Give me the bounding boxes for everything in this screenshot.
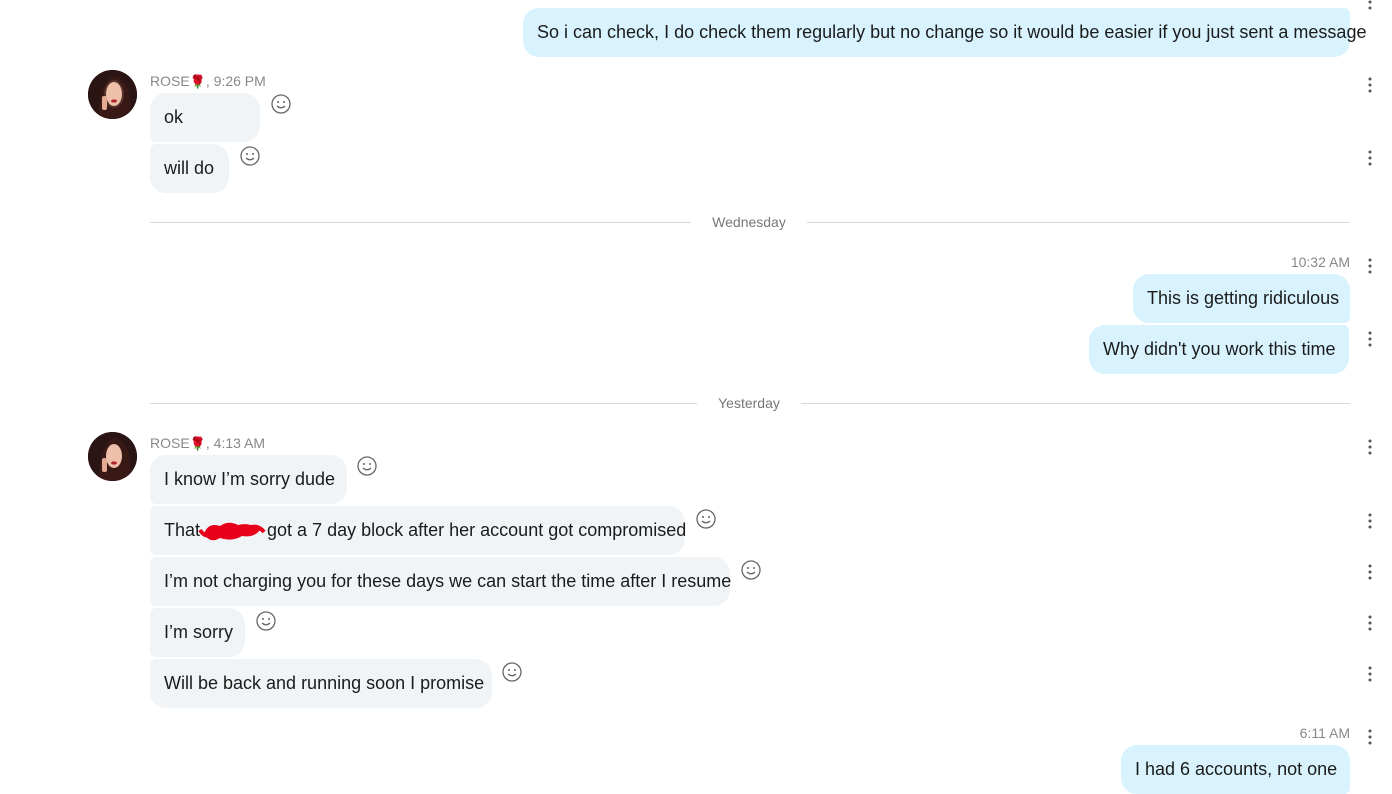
message-text: ok xyxy=(164,107,184,127)
timestamp: , 4:13 AM xyxy=(205,435,266,451)
rose-icon: 🌹 xyxy=(189,436,206,451)
date-separator-line xyxy=(150,222,691,223)
rose-icon: 🌹 xyxy=(189,74,206,89)
avatar[interactable] xyxy=(88,432,137,481)
smiley-reaction-icon[interactable] xyxy=(740,559,762,581)
message-meta: ROSE🌹, 9:26 PM xyxy=(150,73,266,90)
timestamp: 10:32 AM xyxy=(1290,254,1350,270)
sender-name: ROSE xyxy=(150,73,190,89)
outgoing-message[interactable]: So i can check, I do check them regularl… xyxy=(523,8,1366,57)
timestamp: 6:11 AM xyxy=(1299,725,1350,741)
date-separator-line xyxy=(801,403,1350,404)
incoming-message[interactable]: will do xyxy=(150,144,229,193)
more-options-icon[interactable] xyxy=(1367,439,1373,455)
more-options-icon[interactable] xyxy=(1367,666,1373,682)
smiley-reaction-icon[interactable] xyxy=(255,610,277,632)
incoming-message[interactable]: I’m sorry xyxy=(150,608,245,657)
message-text: This is getting ridiculous xyxy=(1147,288,1340,308)
message-text: Will be back and running soon I promise xyxy=(164,673,485,693)
avatar[interactable] xyxy=(88,70,137,119)
message-text: I know I’m sorry dude xyxy=(164,469,336,489)
date-separator: Wednesday xyxy=(712,214,786,230)
message-text: I’m sorry xyxy=(164,622,233,642)
message-text: I’m not charging you for these days we c… xyxy=(164,571,732,591)
smiley-reaction-icon[interactable] xyxy=(239,145,261,167)
incoming-message[interactable]: I know I’m sorry dude xyxy=(150,455,347,504)
message-text-end: got a 7 day block after her account got … xyxy=(267,520,687,540)
message-text: So i can check, I do check them regularl… xyxy=(537,22,1367,42)
timestamp: , 9:26 PM xyxy=(205,73,266,89)
more-options-icon[interactable] xyxy=(1367,513,1373,529)
more-options-icon[interactable] xyxy=(1367,77,1373,93)
more-options-icon[interactable] xyxy=(1367,331,1373,347)
avatar-image xyxy=(88,432,137,481)
more-options-icon[interactable] xyxy=(1367,0,1373,10)
message-text: I had 6 accounts, not one xyxy=(1135,759,1338,779)
smiley-reaction-icon[interactable] xyxy=(270,93,292,115)
red-scribble-redaction xyxy=(198,522,266,541)
more-options-icon[interactable] xyxy=(1367,564,1373,580)
incoming-message[interactable]: Will be back and running soon I promise xyxy=(150,659,492,708)
more-options-icon[interactable] xyxy=(1367,150,1373,166)
outgoing-message[interactable]: I had 6 accounts, not one xyxy=(1121,745,1350,794)
outgoing-message[interactable]: This is getting ridiculous xyxy=(1133,274,1350,323)
message-text: will do xyxy=(164,158,215,178)
message-text: Why didn't you work this time xyxy=(1103,339,1336,359)
smiley-reaction-icon[interactable] xyxy=(695,508,717,530)
incoming-message[interactable]: ok xyxy=(150,93,260,142)
incoming-message[interactable]: I’m not charging you for these days we c… xyxy=(150,557,732,606)
date-separator-line xyxy=(807,222,1350,223)
sender-name: ROSE xyxy=(150,435,190,451)
smiley-reaction-icon[interactable] xyxy=(356,455,378,477)
outgoing-message[interactable]: Why didn't you work this time xyxy=(1089,325,1349,374)
more-options-icon[interactable] xyxy=(1367,729,1373,745)
avatar-image xyxy=(88,70,137,119)
smiley-reaction-icon[interactable] xyxy=(501,661,523,683)
date-separator: Yesterday xyxy=(718,395,780,411)
more-options-icon[interactable] xyxy=(1367,615,1373,631)
date-separator-line xyxy=(150,403,697,404)
more-options-icon[interactable] xyxy=(1367,258,1373,274)
message-meta: ROSE🌹, 4:13 AM xyxy=(150,435,265,452)
